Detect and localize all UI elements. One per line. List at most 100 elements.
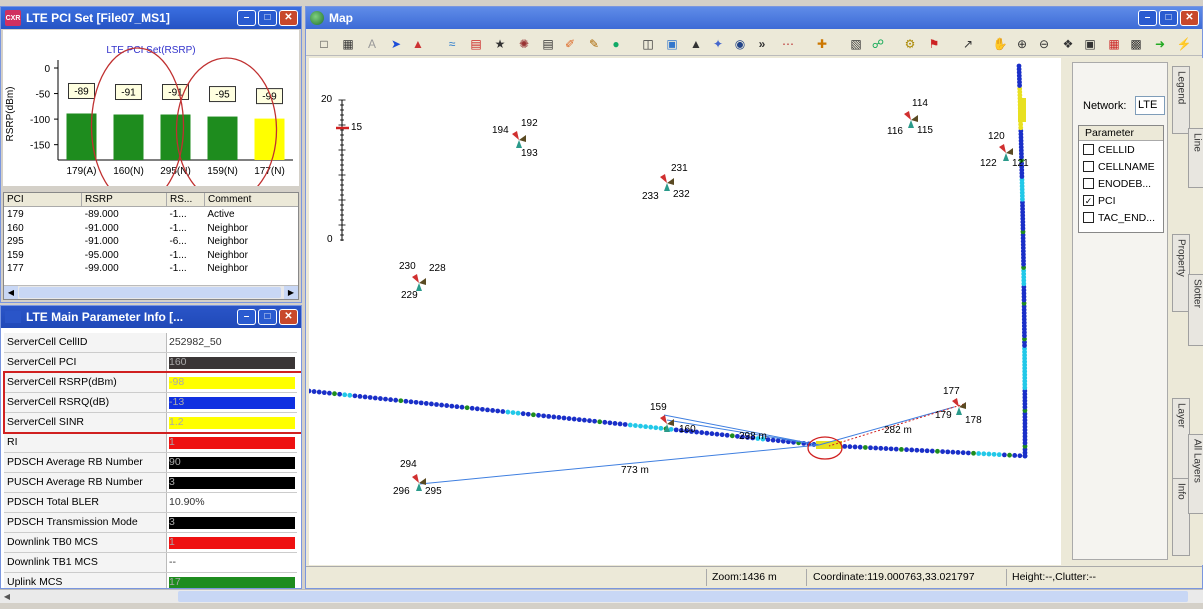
drive-test-point <box>709 431 715 437</box>
map-canvas[interactable]: 20 15 0 298 m 773 m 282 m 194 192 193 231 233 232… <box>309 58 1061 565</box>
param-value: 3 <box>169 516 175 528</box>
param-checkbox-row[interactable]: CELLID <box>1079 141 1163 158</box>
map-close-button[interactable]: ✕ <box>1180 10 1199 26</box>
zoom-out-icon[interactable]: ⊖ <box>1036 36 1052 52</box>
tab-slotter[interactable]: Slotter <box>1188 274 1203 346</box>
open-icon[interactable]: □ <box>316 36 332 52</box>
param-row[interactable]: Uplink MCS 17 <box>4 573 297 588</box>
checkbox[interactable] <box>1083 178 1094 189</box>
param-row[interactable]: ServerCell CellID 252982_50 <box>4 333 297 353</box>
col-comment[interactable]: Comment <box>205 193 298 206</box>
scroll-thumb[interactable] <box>19 287 281 298</box>
earth-icon[interactable]: ● <box>608 36 624 52</box>
scroll-left-button[interactable]: ◀ <box>4 286 18 299</box>
tab-legend[interactable]: Legend <box>1172 66 1190 134</box>
cell-site[interactable] <box>512 131 526 148</box>
collapse-icon[interactable]: ❖ <box>1060 36 1076 52</box>
pan-icon[interactable]: ✋ <box>992 36 1008 52</box>
fit-icon[interactable]: ▣ <box>1082 36 1098 52</box>
checkbox[interactable] <box>1083 144 1094 155</box>
network-input[interactable]: LTE <box>1135 96 1165 115</box>
checkbox[interactable] <box>1083 161 1094 172</box>
route-icon[interactable]: ⋯ <box>780 36 796 52</box>
close-button[interactable]: ✕ <box>279 10 298 26</box>
checkbox[interactable]: ✓ <box>1083 195 1094 206</box>
param-row[interactable]: PDSCH Transmission Mode 3 <box>4 513 297 533</box>
antenna-icon[interactable]: ★ <box>492 36 508 52</box>
bottom-scrollbar[interactable]: ◀ <box>0 589 1203 603</box>
save-icon[interactable]: ▦ <box>340 36 356 52</box>
more-icon[interactable]: » <box>754 36 770 52</box>
map-maximize-button[interactable]: □ <box>1159 10 1178 26</box>
pencil-icon[interactable]: ✎ <box>586 36 602 52</box>
wifi-icon[interactable]: ≈ <box>444 36 460 52</box>
map-window-titlebar[interactable]: Map – □ ✕ <box>306 7 1202 29</box>
cell-site[interactable] <box>412 274 426 291</box>
table-row[interactable]: 160 -91.000 -1... Neighbor <box>4 222 297 236</box>
chart-icon[interactable]: ▤ <box>468 36 484 52</box>
param-row[interactable]: Downlink TB0 MCS 1 <box>4 533 297 553</box>
cell-site[interactable] <box>660 174 674 191</box>
cell-site[interactable] <box>412 474 426 491</box>
param-row[interactable]: Downlink TB1 MCS -- <box>4 553 297 573</box>
table-row[interactable]: 177 -99.000 -1... Neighbor <box>4 262 297 276</box>
table-row[interactable]: 179 -89.000 -1... Active <box>4 208 297 222</box>
horizontal-scrollbar[interactable]: ◀ ▶ <box>4 285 298 299</box>
param-checkbox-row[interactable]: TAC_END... <box>1079 209 1163 226</box>
settings-icon[interactable]: ⚙ <box>902 36 918 52</box>
scroll-right-button[interactable]: ▶ <box>284 286 298 299</box>
ruler-icon[interactable]: ▤ <box>540 36 556 52</box>
table-row[interactable]: 159 -95.000 -1... Neighbor <box>4 249 297 263</box>
col-rsrp[interactable]: RSRP <box>82 193 167 206</box>
cell-site[interactable] <box>952 398 966 415</box>
pin-icon[interactable]: ✦ <box>710 36 726 52</box>
param-row[interactable]: PDSCH Average RB Number 90 <box>4 453 297 473</box>
tab-line[interactable]: Line <box>1188 128 1203 188</box>
table-row[interactable]: 295 -91.000 -6... Neighbor <box>4 235 297 249</box>
param-row[interactable]: PUSCH Average RB Number 3 <box>4 473 297 493</box>
cluster-icon[interactable]: ✺ <box>516 36 532 52</box>
param-checkbox-row[interactable]: ENODEB... <box>1079 175 1163 192</box>
cell-site[interactable] <box>904 111 918 128</box>
link-icon[interactable]: ☍ <box>870 36 886 52</box>
map-minimize-button[interactable]: – <box>1138 10 1157 26</box>
layer-copy-icon[interactable]: ▧ <box>848 36 864 52</box>
bottom-scroll-thumb[interactable] <box>178 591 1188 602</box>
tab-all-layers[interactable]: All Layers <box>1188 434 1203 514</box>
param-checkbox-row[interactable]: CELLNAME <box>1079 158 1163 175</box>
col-pci[interactable]: PCI <box>4 193 82 206</box>
param-maximize-button[interactable]: □ <box>258 309 277 325</box>
export-icon[interactable]: ➜ <box>1152 36 1168 52</box>
zoom-extent-icon[interactable]: ▦ <box>1106 36 1122 52</box>
flag-icon[interactable]: ⚑ <box>926 36 942 52</box>
param-close-button[interactable]: ✕ <box>279 309 298 325</box>
param-window-titlebar[interactable]: LTE Main Parameter Info [... – □ ✕ <box>1 306 301 328</box>
draw-icon[interactable]: ✐ <box>562 36 578 52</box>
bottom-scroll-left[interactable]: ◀ <box>0 590 14 603</box>
minimize-button[interactable]: – <box>237 10 256 26</box>
pointer-icon[interactable]: ↗ <box>960 36 976 52</box>
zoom-in-icon[interactable]: ⊕ <box>1014 36 1030 52</box>
image-icon[interactable]: ▣ <box>664 36 680 52</box>
measure-icon[interactable]: ✚ <box>814 36 830 52</box>
maximize-button[interactable]: □ <box>258 10 277 26</box>
copy-icon[interactable]: ◫ <box>640 36 656 52</box>
site-icon[interactable]: ▲ <box>410 36 426 52</box>
tool-extra-icon[interactable]: ⚡ <box>1176 36 1192 52</box>
tower-icon[interactable]: ▲ <box>688 36 704 52</box>
text-icon[interactable]: A <box>364 36 380 52</box>
param-row[interactable]: RI 1 <box>4 433 297 453</box>
param-list-header[interactable]: Parameter <box>1079 126 1163 141</box>
param-checkbox-row[interactable]: ✓ PCI <box>1079 192 1163 209</box>
full-extent-icon[interactable]: ▩ <box>1128 36 1144 52</box>
param-row[interactable]: PDSCH Total BLER 10.90% <box>4 493 297 513</box>
globe-tool-icon[interactable]: ◉ <box>732 36 748 52</box>
forward-icon[interactable]: ➤ <box>388 36 404 52</box>
param-minimize-button[interactable]: – <box>237 309 256 325</box>
pci-window-titlebar[interactable]: CXR LTE PCI Set [File07_MS1] – □ ✕ <box>1 7 301 29</box>
checkbox[interactable] <box>1083 212 1094 223</box>
cell-site[interactable] <box>999 144 1013 161</box>
drive-test-point <box>485 407 490 413</box>
col-rs[interactable]: RS... <box>167 193 205 206</box>
param-row[interactable]: ServerCell PCI 160 <box>4 353 297 373</box>
